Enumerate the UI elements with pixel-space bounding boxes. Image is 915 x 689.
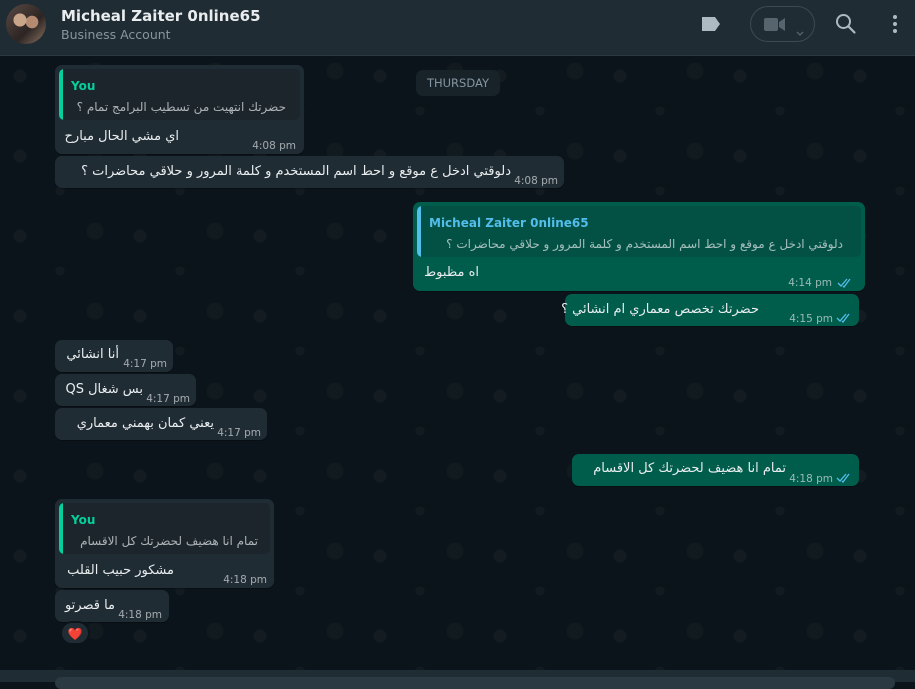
message-outgoing[interactable]: Micheal Zaiter 0nline65 دلوقتي ادخل ع مو… (413, 202, 865, 291)
message-outgoing[interactable]: تمام انا هضيف لحضرتك كل الاقسام 4:18 pm (572, 454, 859, 486)
menu-icon[interactable] (892, 14, 898, 38)
chat-panel[interactable]: THURSDAY You حضرتك انتهيت من تسطيب البرا… (0, 56, 915, 670)
message-text: حضرتك تخصص معماري ام انشائي ؟ (561, 302, 759, 317)
message-reaction[interactable]: ❤️ (60, 621, 90, 645)
message-input[interactable] (55, 677, 895, 689)
label-icon[interactable] (700, 15, 722, 37)
message-time: 4:17 pm (123, 358, 167, 370)
message-incoming[interactable]: ما قصرتو 4:18 pm (55, 590, 169, 622)
quote-accent-bar (59, 503, 63, 554)
heart-reaction-icon: ❤️ (67, 627, 83, 641)
message-time: 4:08 pm (514, 175, 558, 187)
quoted-message[interactable]: Micheal Zaiter 0nline65 دلوقتي ادخل ع مو… (417, 206, 861, 257)
quoted-message[interactable]: You حضرتك انتهيت من تسطيب البرامج تمام ؟ (59, 69, 300, 120)
read-receipt-icon (836, 311, 852, 329)
message-time: 4:18 pm (223, 574, 267, 586)
quote-text: تمام انا هضيف لحضرتك كل الاقسام (80, 534, 258, 548)
message-incoming[interactable]: You تمام انا هضيف لحضرتك كل الاقسام مشكو… (55, 499, 274, 588)
message-text: دلوقتي ادخل ع موقع و احط اسم المستخدم و … (81, 164, 511, 179)
read-receipt-icon (836, 471, 852, 489)
message-incoming[interactable]: بس شغال QS 4:17 pm (55, 374, 196, 406)
message-incoming[interactable]: دلوقتي ادخل ع موقع و احط اسم المستخدم و … (55, 156, 564, 188)
message-outgoing[interactable]: حضرتك تخصص معماري ام انشائي ؟ 4:15 pm (561, 294, 859, 329)
contact-avatar[interactable] (6, 4, 46, 44)
message-text: يعني كمان بهمني معماري (76, 416, 214, 431)
message-incoming[interactable]: أنا انشائي 4:17 pm (55, 340, 173, 372)
message-time: 4:18 pm (789, 473, 833, 485)
quote-author: You (71, 79, 96, 93)
date-separator: THURSDAY (416, 70, 500, 96)
message-text: اي مشي الحال مبارح (64, 129, 179, 144)
message-incoming[interactable]: You حضرتك انتهيت من تسطيب البرامج تمام ؟… (55, 65, 304, 154)
search-icon[interactable] (835, 13, 857, 39)
message-incoming[interactable]: يعني كمان بهمني معماري 4:17 pm (55, 408, 267, 440)
quote-author: You (71, 513, 96, 527)
message-time: 4:08 pm (252, 140, 296, 152)
message-text: اه مظبوط (424, 265, 479, 280)
read-receipt-icon (837, 276, 853, 294)
message-time: 4:17 pm (146, 393, 190, 405)
message-text: مشكور حبيب القلب (67, 563, 174, 578)
quote-text: حضرتك انتهيت من تسطيب البرامج تمام ؟ (76, 100, 286, 114)
message-text: ما قصرتو (64, 598, 115, 613)
contact-subtitle: Business Account (61, 27, 171, 42)
contact-name[interactable]: Micheal Zaiter 0nline65 (61, 7, 261, 25)
message-text: بس شغال QS (65, 382, 143, 397)
chevron-down-icon (796, 22, 804, 41)
message-time: 4:17 pm (217, 427, 261, 439)
chat-header: Micheal Zaiter 0nline65 Business Account (0, 0, 915, 56)
message-time: 4:14 pm (788, 277, 832, 289)
message-time: 4:15 pm (789, 313, 833, 325)
quoted-message[interactable]: You تمام انا هضيف لحضرتك كل الاقسام (59, 503, 270, 554)
video-call-icon (764, 17, 786, 36)
quote-accent-bar (417, 206, 421, 257)
quote-author: Micheal Zaiter 0nline65 (429, 216, 589, 230)
message-text: أنا انشائي (66, 347, 119, 362)
message-time: 4:18 pm (118, 609, 162, 621)
quote-accent-bar (59, 69, 63, 120)
message-text: تمام انا هضيف لحضرتك كل الاقسام (593, 461, 786, 476)
quote-text: دلوقتي ادخل ع موقع و احط اسم المستخدم و … (446, 237, 843, 251)
video-call-button[interactable] (750, 6, 815, 42)
compose-bar (0, 670, 915, 689)
